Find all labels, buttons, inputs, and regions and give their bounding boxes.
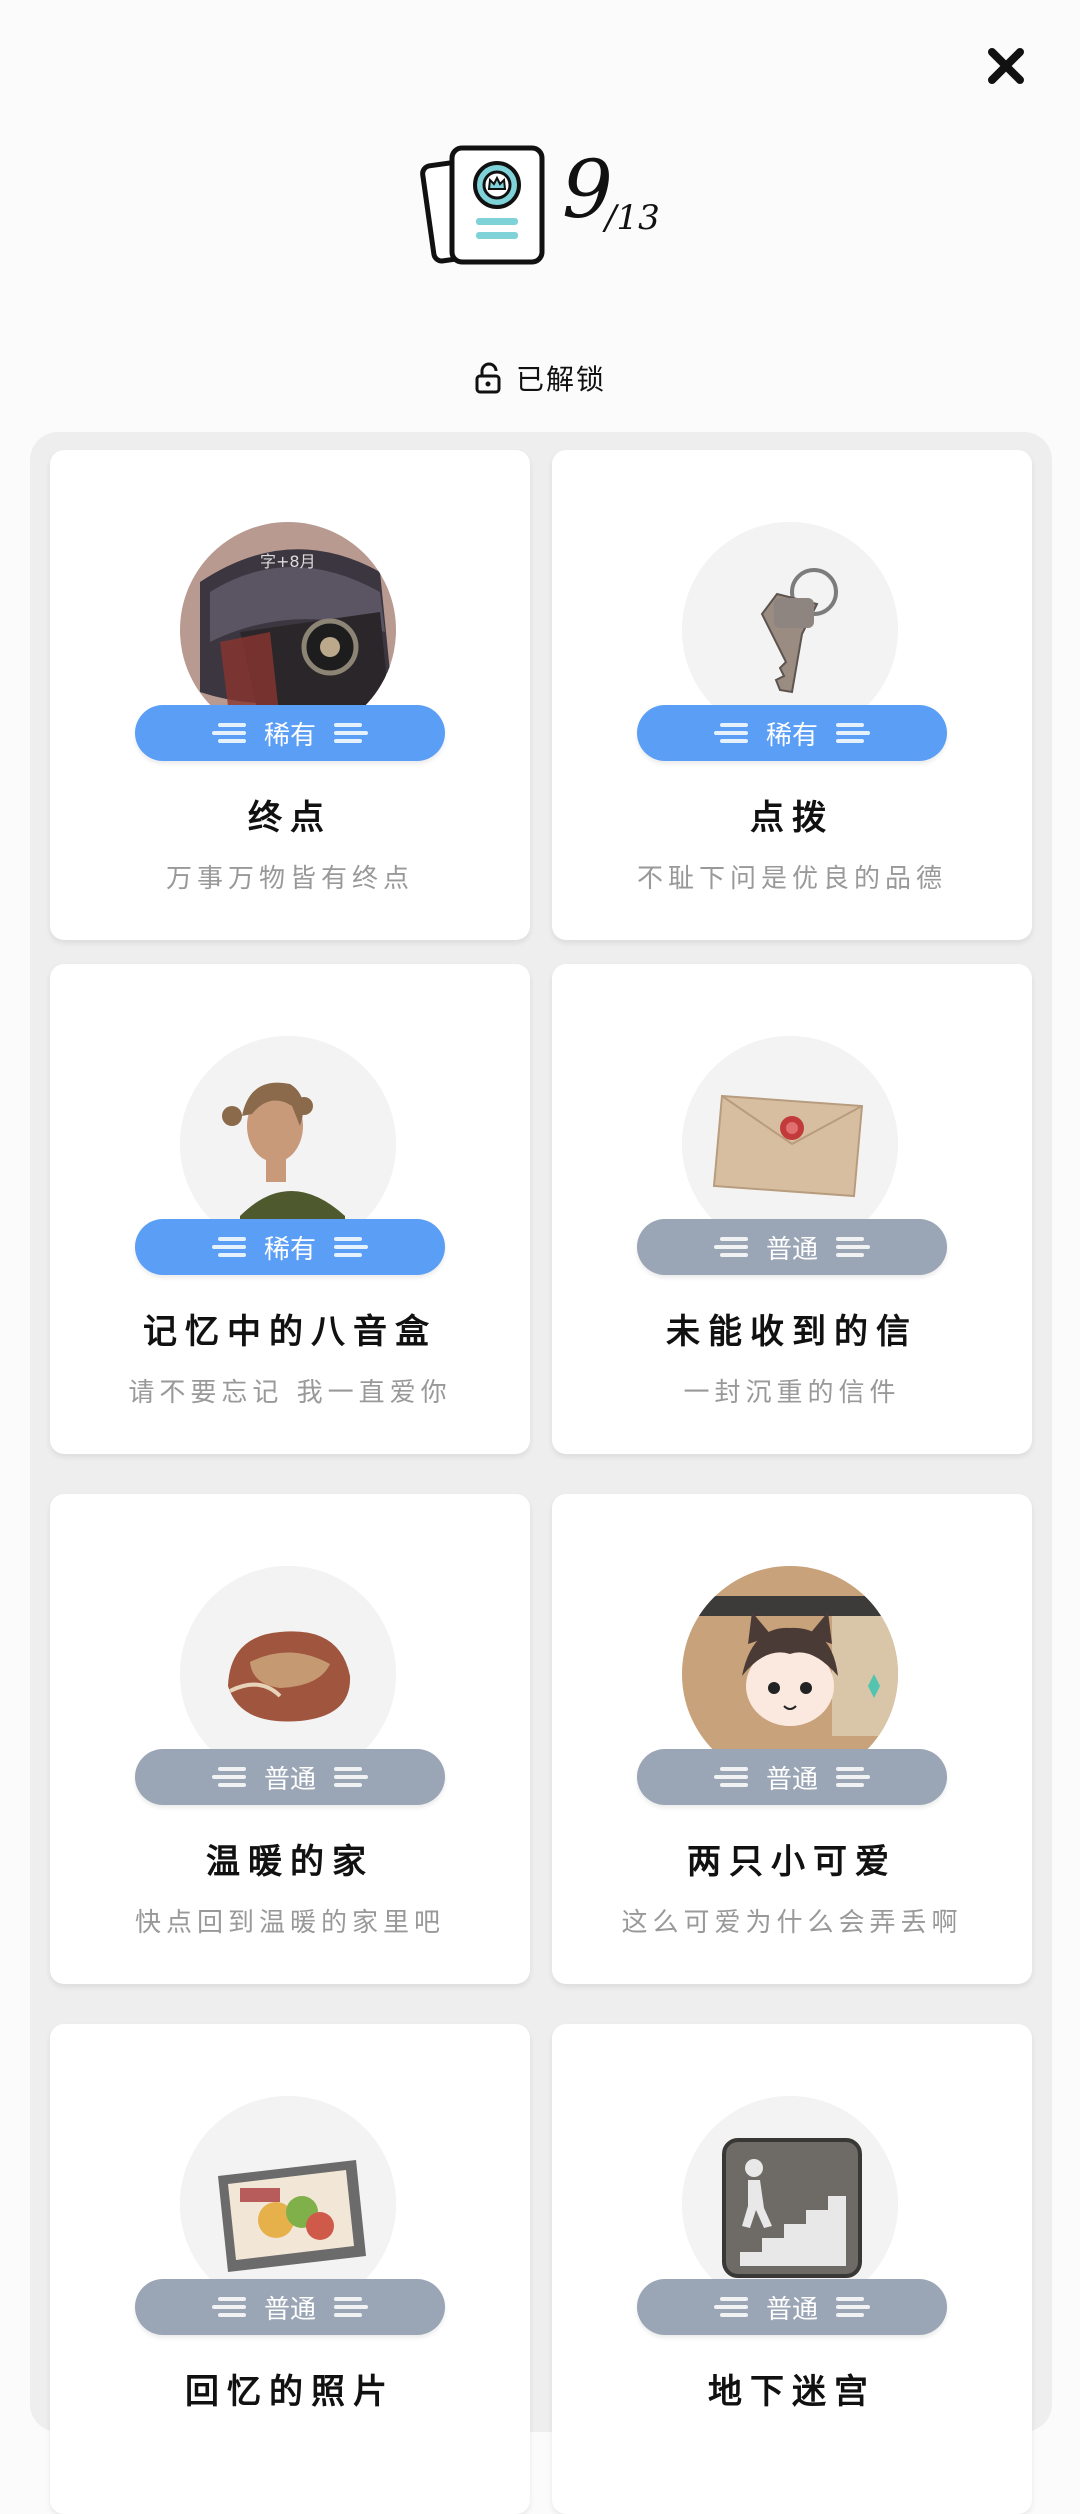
rarity-badge: 普通 (637, 1219, 947, 1275)
item-name: 未能收到的信 (666, 1312, 918, 1352)
total-count: /13 (605, 198, 660, 238)
rarity-label: 普通 (263, 1764, 316, 1795)
item-name: 地下迷宫 (708, 2372, 876, 2412)
item-card[interactable]: 普通 未能收到的信 一封沉重的信件 (552, 964, 1032, 1454)
item-name: 回忆的照片 (185, 2372, 395, 2412)
item-card[interactable]: 普通 两只小可爱 这么可爱为什么会弄丢啊 (552, 1494, 1032, 1984)
item-description: 万事万物皆有终点 (165, 864, 414, 894)
rarity-badge: 普通 (135, 2279, 445, 2335)
item-description: 这么可爱为什么会弄丢啊 (621, 1908, 963, 1938)
item-name: 两只小可爱 (687, 1842, 897, 1882)
rarity-label: 普通 (765, 1234, 818, 1265)
close-icon (988, 48, 1024, 84)
item-description: 快点回到温暖的家里吧 (134, 1908, 445, 1938)
item-card[interactable]: 普通 地下迷宫 (552, 2024, 1032, 2514)
card-collection-icon (420, 145, 545, 265)
item-description: 请不要忘记 我一直爱你 (128, 1378, 452, 1408)
item-card[interactable]: 普通 回忆的照片 (50, 2024, 530, 2514)
section-label-text: 已解锁 (515, 363, 606, 396)
rarity-badge: 稀有 (135, 1219, 445, 1275)
item-description: 不耻下问是优良的品德 (636, 864, 947, 894)
rarity-label: 普通 (765, 2294, 818, 2325)
rarity-label: 普通 (263, 2294, 316, 2325)
item-card[interactable]: 字+8月 稀有 终点 万事万物皆有终点 (50, 450, 530, 940)
rarity-badge: 普通 (135, 1749, 445, 1805)
rarity-badge: 普通 (637, 2279, 947, 2335)
rarity-label: 稀有 (263, 720, 316, 751)
rarity-label: 稀有 (765, 720, 818, 751)
items-grid: 字+8月 稀有 终点 万事万物皆有终点 稀有 点拨 不耻下问是优良的品德 稀有 … (30, 432, 1052, 2514)
collection-counter: 9 /13 (420, 140, 680, 270)
rarity-badge: 稀有 (135, 705, 445, 761)
item-name: 终点 (248, 798, 332, 838)
item-card[interactable]: 普通 温暖的家 快点回到温暖的家里吧 (50, 1494, 530, 1984)
item-name: 温暖的家 (206, 1842, 374, 1882)
item-description: 一封沉重的信件 (683, 1378, 901, 1408)
rarity-label: 稀有 (263, 1234, 316, 1265)
unlock-icon (475, 362, 501, 394)
item-name: 记忆中的八音盒 (143, 1312, 437, 1352)
close-button[interactable] (980, 40, 1032, 92)
rarity-badge: 稀有 (637, 705, 947, 761)
svg-text:字+8月: 字+8月 (260, 552, 316, 571)
item-name: 点拨 (750, 798, 834, 838)
rarity-label: 普通 (765, 1764, 818, 1795)
item-card[interactable]: 稀有 点拨 不耻下问是优良的品德 (552, 450, 1032, 940)
unlocked-section-label: 已解锁 (0, 358, 1080, 398)
item-card[interactable]: 稀有 记忆中的八音盒 请不要忘记 我一直爱你 (50, 964, 530, 1454)
rarity-badge: 普通 (637, 1749, 947, 1805)
